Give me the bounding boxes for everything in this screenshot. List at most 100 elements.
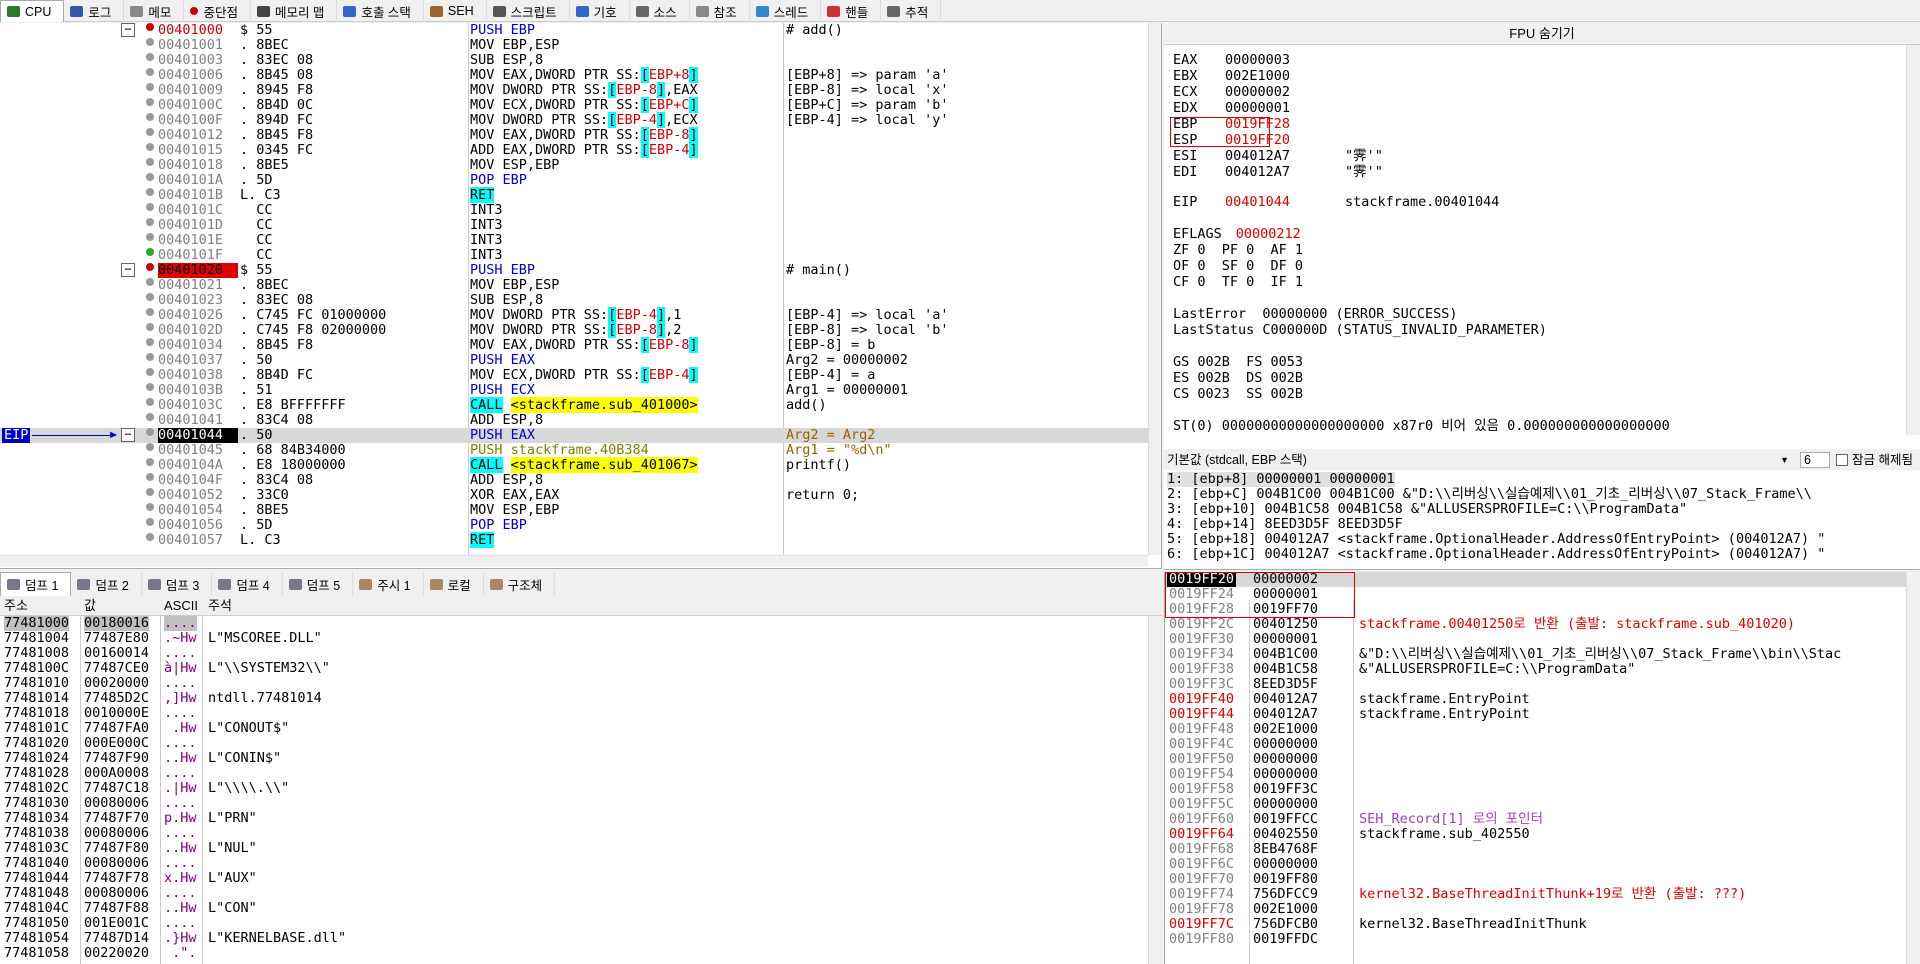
tab-9[interactable]: 소스 [630,0,690,22]
arg-count-input[interactable]: 6 [1800,452,1830,468]
disasm-line[interactable]: 00401052. 33C0 XOR EAX,EAX return 0; [0,488,1148,503]
call-convention-select[interactable]: 기본값 (stdcall, EBP 스택) [1167,450,1307,470]
stack-address[interactable]: 0019FF40 [1169,692,1234,707]
dump-tab-7[interactable]: 구조체 [484,572,556,596]
dump-row[interactable]: 77481058 00220020 .". [0,946,1148,961]
dump-address[interactable]: 7748101C [4,721,69,736]
disasm-address[interactable]: 0040102D [158,323,238,338]
disasm-line[interactable]: 00401057 L. C3 RET [0,532,1148,548]
disasm-line[interactable]: 00401023. 83EC 08 SUB ESP,8 [0,293,1148,308]
dump-row[interactable]: 77481030 00080006.... [0,796,1148,811]
dump-address[interactable]: 77481040 [4,856,69,871]
arguments-panel[interactable]: 1: [ebp+8] 00000001 00000001 2: [ebp+C] 0… [1164,470,1920,570]
dump-row[interactable]: 7748104C 77487F88 ..Hw L"CON" [0,901,1148,916]
tab-4[interactable]: 메모리 맵 [251,0,338,22]
disasm-address[interactable]: 0040100F [158,113,238,128]
disasm-address[interactable]: 00401041 [158,413,238,428]
stack-row[interactable]: 0019FF54 00000000 [1165,767,1907,782]
disasm-line[interactable]: 00401021. 8BEC MOV EBP,ESP [0,278,1148,293]
stack-address[interactable]: 0019FF3C [1169,677,1234,692]
dump-address[interactable]: 7748100C [4,661,69,676]
dump-address[interactable]: 77481030 [4,796,69,811]
dump-row[interactable]: 77481024 77487F90 ..Hw L"CONIN$" [0,751,1148,766]
dump-tab-2[interactable]: 덤프 3 [142,572,213,596]
dump-tab-6[interactable]: 로컬 [424,572,484,596]
disasm-instruction[interactable]: MOV ECX,DWORD PTR SS:[EBP-4] [470,367,780,383]
stack-value[interactable]: 8EB4768F [1253,842,1318,857]
dump-row[interactable]: 77481048 00080006.... [0,886,1148,901]
stack-row[interactable]: 0019FF64 00402550 stackframe.sub_402550 [1165,827,1907,842]
dump-value[interactable]: 00160014 [84,646,149,661]
dump-address[interactable]: 77481038 [4,826,69,841]
disasm-address[interactable]: 00401015 [158,143,238,158]
call-convention-dropdown-icon[interactable]: ▼ [1780,453,1790,467]
disasm-line[interactable]: 00401041. 83C4 08 ADD ESP,8 [0,413,1148,428]
disasm-address[interactable]: 00401045 [158,443,238,458]
dump-row[interactable]: 77481044 77487F78 x.Hw L"AUX" [0,871,1148,886]
tab-5[interactable]: 호출 스택 [337,0,424,22]
disasm-line[interactable]: 00401034. 8B45 F8 MOV EAX,DWORD PTR SS:[E… [0,337,1148,353]
tab-2[interactable]: 메모 [124,0,185,22]
stack-address[interactable]: 0019FF54 [1169,767,1234,782]
disasm-instruction[interactable]: POP EBP [470,173,780,188]
disasm-address[interactable]: 00401012 [158,128,238,143]
stack-value[interactable]: 004012A7 [1253,707,1318,722]
disasm-instruction[interactable]: SUB ESP,8 [470,53,780,68]
dump-row[interactable]: 77481020 000E000C.... [0,736,1148,751]
disasm-address[interactable]: 0040100C [158,98,238,113]
dump-address[interactable]: 77481000 [4,616,70,631]
disasm-address[interactable]: 00401037 [158,353,238,368]
breakpoint-dot[interactable] [146,293,154,301]
stack-row[interactable]: 0019FF70 0019FF80 [1165,872,1907,887]
breakpoint-dot[interactable] [146,158,154,166]
disasm-instruction[interactable]: INT3 [470,233,780,248]
disasm-line[interactable]: 0040101E CC INT3 [0,233,1148,248]
stack-value[interactable]: 0019FF80 [1253,872,1318,887]
breakpoint-dot[interactable] [146,473,154,481]
stack-address[interactable]: 0019FF78 [1169,902,1234,917]
disasm-line[interactable]: 00401026. C745 FC 01000000 MOV DWORD PTR … [0,307,1148,323]
disasm-address[interactable]: 0040103C [158,398,238,413]
flags-row[interactable]: OF 0 SF 0 DF 0 [1173,259,1303,274]
dump-col-address[interactable]: 주소 [4,596,28,616]
stack-row[interactable]: 0019FF6C 00000000 [1165,857,1907,872]
disasm-address[interactable]: 00401001 [158,38,238,53]
dump-address[interactable]: 77481048 [4,886,69,901]
dump-address[interactable]: 77481028 [4,766,69,781]
stack-row[interactable]: 0019FF44 004012A7 stackframe.EntryPoint [1165,707,1907,722]
dump-row[interactable]: 77481008 00160014.... [0,646,1148,661]
breakpoint-dot[interactable] [146,128,154,136]
breakpoint-dot[interactable] [146,38,154,46]
breakpoint-dot[interactable] [146,68,154,76]
disasm-address[interactable]: 00401052 [158,488,238,503]
stack-address[interactable]: 0019FF38 [1169,662,1234,677]
dump-value[interactable]: 77487FA0 [84,721,149,736]
dump-value[interactable]: 000E000C [84,736,149,751]
stack-address[interactable]: 0019FF7C [1169,917,1234,932]
tab-6[interactable]: SEH [424,0,487,22]
stack-address[interactable]: 0019FF5C [1169,797,1234,812]
breakpoint-dot[interactable] [146,233,154,241]
argument-row[interactable]: 4: [ebp+14] 8EED3D5F 8EED3D5F [1167,517,1403,532]
stack-value[interactable]: 00000000 [1253,752,1318,767]
breakpoint-dot[interactable] [146,188,154,196]
dump-address[interactable]: 77481050 [4,916,69,931]
dump-value[interactable]: 00080006 [84,856,149,871]
disasm-instruction[interactable]: MOV ESP,EBP [470,503,780,518]
stack-address[interactable]: 0019FF6C [1169,857,1234,872]
collapse-toggle[interactable]: − [121,263,135,277]
disasm-line[interactable]: − 00401020 $ 55 PUSH EBP # main() [0,263,1148,278]
segment-row[interactable]: CS 0023 SS 002B [1173,387,1303,402]
stack-address[interactable]: 0019FF50 [1169,752,1234,767]
stack-row[interactable]: 0019FF60 0019FFCC SEH_Record[1] 로의 포인터 [1165,812,1907,827]
eflags-row[interactable]: EFLAGS 00000212 [1173,227,1301,242]
stack-address[interactable]: 0019FF60 [1169,812,1234,827]
stack-row[interactable]: 0019FF34 004B1C00 &"D:\\리버싱\\실습예제\\01_기초_리… [1165,647,1907,662]
stack-address[interactable]: 0019FF2C [1169,617,1234,632]
dump-address[interactable]: 77481034 [4,811,69,826]
dump-value[interactable]: 77487F80 [84,841,149,856]
stack-value[interactable]: 0019FFDC [1253,932,1318,947]
disasm-line[interactable]: 00401006. 8B45 08 MOV EAX,DWORD PTR SS:[E… [0,67,1148,83]
disasm-line[interactable]: 0040100C. 8B4D 0C MOV ECX,DWORD PTR SS:[E… [0,97,1148,113]
dump-value[interactable]: 00020000 [84,676,149,691]
